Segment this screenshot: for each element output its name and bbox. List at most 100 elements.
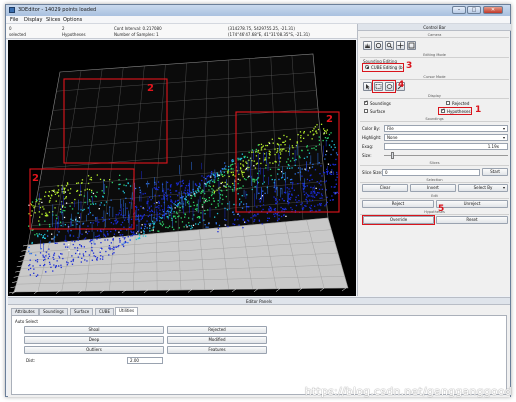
sounding-point — [305, 192, 307, 194]
rejected-button[interactable]: Rejected — [167, 326, 267, 334]
close-button[interactable]: ✕ — [483, 6, 503, 14]
sounding-point — [154, 221, 156, 223]
sounding-point — [36, 233, 38, 235]
sounding-point — [252, 178, 254, 180]
sounding-point — [145, 235, 147, 237]
deep-button[interactable]: Deep — [24, 336, 164, 344]
sounding-point — [133, 233, 135, 236]
camera-rotate-icon[interactable] — [374, 41, 383, 50]
sounding-point — [319, 203, 321, 205]
sounding-point — [204, 200, 207, 202]
exag-spinbox[interactable]: 1.19x — [384, 143, 508, 150]
rejected-check-icon[interactable] — [446, 101, 450, 105]
sounding-point — [311, 178, 313, 181]
select-by-button[interactable]: Select By ▾ — [458, 184, 508, 192]
size-slider-handle[interactable] — [391, 152, 394, 159]
sounding-point — [237, 178, 239, 180]
sounding-point — [311, 138, 313, 140]
tab-attributes[interactable]: Attributes — [11, 308, 39, 315]
sounding-point — [54, 191, 56, 193]
sounding-point — [71, 208, 74, 210]
features-button[interactable]: Features — [167, 346, 267, 354]
tab-utilities[interactable]: Utilities — [115, 307, 139, 315]
sounding-point — [231, 188, 234, 191]
tab-cube[interactable]: CUBE — [95, 308, 114, 315]
sounding-point — [289, 198, 291, 201]
sounding-point — [291, 193, 293, 195]
sounding-point — [82, 209, 84, 212]
rejected-checkbox[interactable]: Rejected — [446, 101, 469, 106]
sounding-point — [239, 157, 241, 160]
sounding-point — [148, 183, 150, 185]
sounding-point — [228, 166, 230, 168]
sounding-point — [212, 189, 214, 191]
sounding-point — [158, 230, 160, 232]
sounding-point — [45, 212, 47, 214]
sounding-point — [86, 260, 88, 262]
camera-hand-icon[interactable] — [363, 41, 372, 50]
sounding-point — [288, 150, 290, 153]
sounding-point — [100, 242, 102, 244]
sounding-point — [330, 153, 332, 156]
sounding-point — [197, 223, 199, 225]
menu-options[interactable]: Options — [63, 17, 82, 23]
distance-input[interactable]: 2.00 — [127, 357, 163, 364]
start-button[interactable]: Start — [482, 168, 508, 176]
tab-surface[interactable]: Surface — [70, 308, 94, 315]
sounding-point — [140, 205, 142, 208]
surface-checkbox[interactable]: Surface — [364, 109, 385, 114]
minimize-button[interactable]: – — [452, 6, 466, 14]
sounding-point — [220, 172, 222, 174]
maximize-button[interactable]: □ — [467, 6, 481, 14]
sounding-point — [90, 176, 92, 179]
sounding-point — [292, 157, 294, 159]
menu-display[interactable]: Display — [24, 17, 42, 23]
sounding-point — [92, 203, 95, 205]
sounding-point — [46, 213, 48, 216]
sounding-point — [248, 175, 250, 177]
shoal-button[interactable]: Shoal — [24, 326, 164, 334]
sounding-point — [72, 235, 75, 237]
menu-slices[interactable]: Slices — [46, 17, 60, 23]
menu-file[interactable]: File — [10, 17, 18, 23]
slice-size-input[interactable]: 0 — [382, 169, 480, 176]
reject-button[interactable]: Reject — [362, 200, 434, 208]
modified-button[interactable]: Modified — [167, 336, 267, 344]
tab-soundings[interactable]: Soundings — [39, 308, 68, 315]
highlight-select[interactable]: None ▾ — [384, 134, 508, 141]
sounding-point — [325, 180, 327, 182]
sounding-point — [69, 192, 71, 194]
sounding-point — [76, 189, 79, 192]
unreject-button[interactable]: Unreject — [436, 200, 508, 208]
camera-zoom-icon[interactable] — [385, 41, 394, 50]
sounding-point — [314, 169, 317, 171]
sounding-point — [276, 151, 278, 154]
camera-reset-icon[interactable] — [407, 41, 416, 50]
sounding-point — [147, 215, 149, 218]
sounding-point — [44, 237, 46, 239]
soundings-checkbox[interactable]: Soundings — [364, 100, 391, 106]
camera-pan-icon[interactable] — [396, 41, 405, 50]
sounding-point — [67, 183, 69, 185]
3d-viewport[interactable]: 2 2 2 — [8, 40, 356, 296]
sounding-point — [317, 128, 320, 131]
size-slider-track[interactable] — [384, 155, 508, 156]
surface-check-icon[interactable] — [364, 109, 368, 113]
sounding-point — [184, 187, 187, 189]
sounding-point — [126, 207, 128, 209]
axis-tick — [16, 265, 22, 268]
soundings-check-icon[interactable] — [364, 100, 368, 105]
sounding-point — [170, 192, 172, 194]
sounding-point — [242, 219, 245, 221]
outliers-button[interactable]: Outliers — [24, 346, 164, 354]
sounding-point — [324, 130, 326, 132]
color-by-select[interactable]: File ▾ — [384, 125, 508, 132]
sounding-point — [276, 219, 279, 222]
reset-button[interactable]: Reset — [436, 216, 508, 224]
point-cloud-canvas[interactable]: 2 2 2 — [8, 40, 356, 296]
clear-button[interactable]: Clear — [362, 184, 408, 192]
invert-button[interactable]: Invert — [410, 184, 456, 192]
sounding-point — [162, 214, 164, 217]
cursor-select-icon[interactable] — [363, 82, 372, 91]
sounding-point — [213, 181, 216, 184]
